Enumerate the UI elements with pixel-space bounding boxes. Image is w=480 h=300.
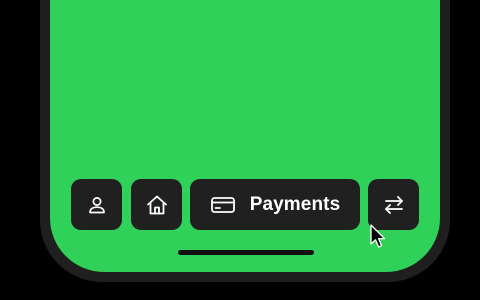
home-indicator [178, 250, 314, 255]
tab-home-button[interactable] [131, 179, 182, 230]
tab-profile-button[interactable] [71, 179, 122, 230]
credit-card-icon [210, 195, 236, 215]
tab-payments-label: Payments [249, 193, 341, 215]
tab-transfer-button[interactable] [368, 179, 419, 230]
house-icon [145, 193, 169, 217]
app-screen: Payments [50, 0, 440, 272]
tab-payments-button[interactable]: Payments [190, 179, 360, 230]
arrows-left-right-icon [382, 193, 406, 217]
person-icon [86, 194, 108, 216]
